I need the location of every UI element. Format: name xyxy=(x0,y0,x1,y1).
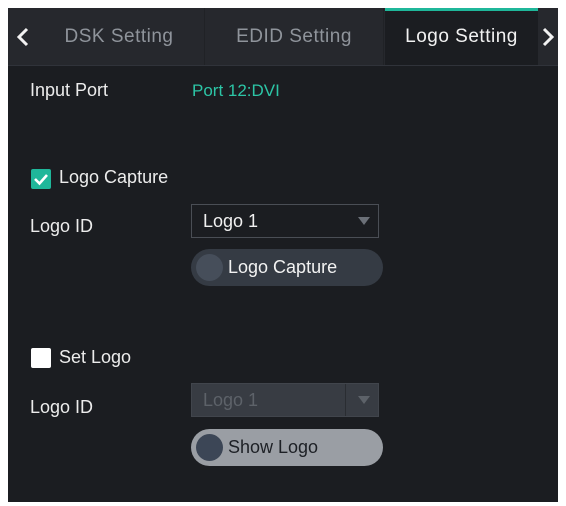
set-logo-id-select[interactable]: Logo 1 xyxy=(191,383,379,417)
logo-setting-panel: DSK Setting EDID Setting Logo Setting In… xyxy=(8,8,558,502)
logo-capture-checkbox[interactable] xyxy=(31,169,51,189)
logo-capture-checkbox-label: Logo Capture xyxy=(59,167,169,187)
tab-edid-setting[interactable]: EDID Setting xyxy=(205,8,384,65)
logo-capture-id-value: Logo 1 xyxy=(203,211,259,231)
logo-capture-button-label: Logo Capture xyxy=(228,257,338,277)
input-port-value: Port 12:DVI xyxy=(192,81,280,100)
logo-capture-button[interactable]: Logo Capture xyxy=(191,249,383,286)
toggle-knob xyxy=(196,434,223,461)
logo-capture-id-select[interactable]: Logo 1 xyxy=(191,204,379,238)
set-logo-checkbox-label: Set Logo xyxy=(59,347,132,367)
show-logo-button[interactable]: Show Logo xyxy=(191,429,383,466)
checkmark-icon xyxy=(34,174,48,186)
tab-dsk-setting[interactable]: DSK Setting xyxy=(34,8,205,65)
set-logo-id-label: Logo ID xyxy=(30,397,94,417)
set-logo-id-value: Logo 1 xyxy=(203,390,259,410)
chevron-right-icon[interactable] xyxy=(538,8,558,65)
toggle-knob xyxy=(196,254,223,281)
chevron-left-icon[interactable] xyxy=(12,8,34,65)
show-logo-button-label: Show Logo xyxy=(228,437,319,457)
chevron-down-icon xyxy=(358,217,370,225)
tab-bar: DSK Setting EDID Setting Logo Setting xyxy=(8,8,558,66)
set-logo-checkbox[interactable] xyxy=(31,348,51,368)
input-port-label: Input Port xyxy=(30,80,109,100)
tab-logo-setting[interactable]: Logo Setting xyxy=(385,8,538,65)
logo-capture-id-label: Logo ID xyxy=(30,216,94,236)
chevron-down-icon xyxy=(358,396,370,404)
